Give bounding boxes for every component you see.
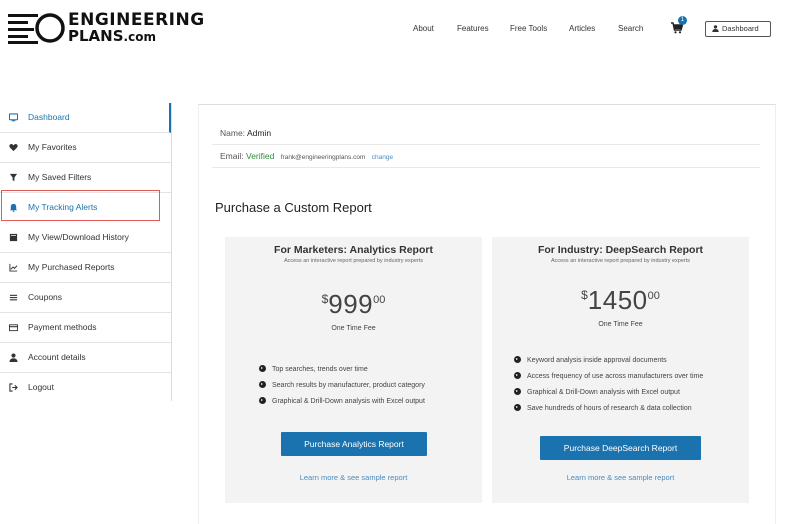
sidebar-item-purchased-reports[interactable]: My Purchased Reports [0, 253, 171, 283]
user-icon [712, 25, 719, 32]
arrow-circle-icon [514, 372, 521, 379]
sidebar-item-label: Account details [28, 352, 86, 362]
card-icon [9, 324, 18, 332]
card-price: $99900 [225, 289, 482, 320]
card-subtitle: Access an interactive report prepared by… [550, 258, 691, 264]
nav-articles[interactable]: Articles [569, 24, 595, 33]
email-verified-status: Verified [246, 151, 275, 161]
card-feature: Search results by manufacturer, product … [259, 381, 425, 389]
learn-more-link[interactable]: Learn more & see sample report [492, 473, 749, 482]
arrow-circle-icon [514, 404, 521, 411]
price-amount: 1450 [587, 285, 648, 315]
heart-icon [9, 143, 18, 152]
card-feature: Top searches, trends over time [259, 365, 368, 373]
account-name-row: Name: Admin [220, 128, 271, 138]
logo-text-com: .com [123, 30, 156, 44]
feature-text: Top searches, trends over time [272, 366, 368, 373]
purchase-section-title: Purchase a Custom Report [215, 200, 372, 215]
divider [212, 167, 760, 168]
email-label: Email: [220, 151, 244, 161]
dashboard-button-label: Dashboard [722, 24, 759, 33]
sidebar-item-dashboard[interactable]: Dashboard [0, 103, 171, 133]
arrow-circle-icon [259, 365, 266, 372]
arrow-circle-icon [514, 356, 521, 363]
learn-more-link[interactable]: Learn more & see sample report [225, 473, 482, 482]
account-sidebar: Dashboard My Favorites My Saved Filters … [0, 103, 172, 401]
email-address: frank@engineeringplans.com [280, 154, 366, 161]
site-logo[interactable]: ENGINEERING PLANS.com [8, 10, 204, 46]
account-email-row: Email: Verified frank@engineeringplans.c… [220, 151, 393, 161]
feature-text: Keyword analysis inside approval documen… [527, 357, 667, 364]
sidebar-item-label: My View/Download History [28, 232, 129, 242]
name-label: Name: [220, 128, 246, 138]
deepsearch-report-card: For Industry: DeepSearch Report Access a… [492, 237, 749, 503]
card-fee-label: One Time Fee [331, 325, 376, 332]
feature-text: Save hundreds of hours of research & dat… [527, 405, 692, 412]
arrow-circle-icon [259, 381, 266, 388]
price-cents: 00 [373, 294, 386, 306]
tracking-alerts-highlight [1, 190, 160, 221]
nav-search[interactable]: Search [618, 24, 643, 33]
dashboard-button[interactable]: Dashboard [705, 21, 771, 37]
sidebar-item-coupons[interactable]: Coupons [0, 283, 171, 313]
arrow-circle-icon [259, 397, 266, 404]
change-email-link[interactable]: change [372, 154, 393, 161]
logo-mark-icon [8, 13, 65, 44]
chart-icon [9, 263, 18, 272]
purchase-deepsearch-button[interactable]: Purchase DeepSearch Report [540, 436, 701, 460]
sidebar-item-label: Dashboard [28, 112, 70, 122]
feature-text: Graphical & Drill-Down analysis with Exc… [527, 389, 680, 396]
purchase-analytics-button[interactable]: Purchase Analytics Report [281, 432, 427, 456]
card-subtitle: Access an interactive report prepared by… [283, 258, 424, 264]
price-amount: 999 [328, 289, 374, 319]
logout-icon [9, 383, 18, 392]
price-currency: $ [581, 288, 588, 302]
sidebar-item-logout[interactable]: Logout [0, 373, 171, 403]
price-cents: 00 [647, 290, 660, 302]
divider [212, 144, 760, 145]
arrow-circle-icon [514, 388, 521, 395]
card-feature: Access frequency of use across manufactu… [514, 372, 703, 380]
sidebar-item-view-download-history[interactable]: My View/Download History [0, 223, 171, 253]
analytics-report-card: For Marketers: Analytics Report Access a… [225, 237, 482, 503]
user-icon [9, 353, 18, 362]
name-value: Admin [246, 128, 272, 138]
nav-features[interactable]: Features [457, 24, 489, 33]
logo-text-line2: PLANS.com [68, 27, 156, 46]
card-title: For Marketers: Analytics Report [274, 244, 433, 256]
filter-icon [9, 173, 18, 182]
nav-about[interactable]: About [413, 24, 434, 33]
card-title: For Industry: DeepSearch Report [537, 244, 704, 256]
dashboard-icon [9, 113, 18, 122]
logo-text-plans: PLANS [68, 27, 124, 45]
sidebar-item-payment-methods[interactable]: Payment methods [0, 313, 171, 343]
sidebar-item-label: Logout [28, 382, 54, 392]
sidebar-item-saved-filters[interactable]: My Saved Filters [0, 163, 171, 193]
nav-free-tools[interactable]: Free Tools [510, 24, 547, 33]
sidebar-item-label: My Purchased Reports [28, 262, 115, 272]
sidebar-item-label: Coupons [28, 292, 63, 302]
card-price: $145000 [492, 285, 749, 316]
card-feature: Graphical & Drill-Down analysis with Exc… [514, 388, 680, 396]
cart-count-badge: 1 [678, 16, 687, 25]
card-feature: Keyword analysis inside approval documen… [514, 356, 667, 364]
sidebar-item-label: Payment methods [28, 322, 97, 332]
card-feature: Save hundreds of hours of research & dat… [514, 404, 692, 412]
feature-text: Access frequency of use across manufactu… [527, 373, 704, 380]
book-icon [9, 233, 18, 242]
sidebar-item-favorites[interactable]: My Favorites [0, 133, 171, 163]
feature-text: Search results by manufacturer, product … [272, 382, 425, 389]
card-fee-label: One Time Fee [598, 321, 643, 328]
sidebar-item-label: My Favorites [28, 142, 77, 152]
card-feature: Graphical & Drill-Down analysis with Exc… [259, 397, 425, 405]
sidebar-item-label: My Saved Filters [28, 172, 92, 182]
sidebar-item-account-details[interactable]: Account details [0, 343, 171, 373]
feature-text: Graphical & Drill-Down analysis with Exc… [272, 398, 425, 405]
list-icon [9, 294, 18, 301]
